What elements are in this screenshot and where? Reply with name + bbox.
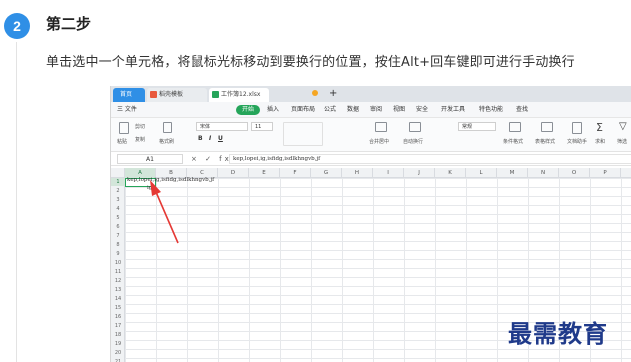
row-header-14[interactable]: 14 [111,295,125,303]
row-header-13[interactable]: 13 [111,286,125,294]
column-header-i[interactable]: I [373,168,404,178]
menu-insert[interactable]: 插入 [267,102,279,118]
column-header-f[interactable]: F [280,168,311,178]
column-header-p[interactable]: P [590,168,621,178]
cell-a1-text-line1: kep,lopei,ig,isfidg,isdlkhngvb,jf [127,177,215,183]
tab-templates-label: 稻壳模板 [159,91,184,98]
font-size-select[interactable]: 11 [251,122,273,131]
new-tab-plus-icon[interactable]: + [329,86,337,102]
menu-search[interactable]: 查找 [516,102,528,118]
row-header-6[interactable]: 6 [111,223,125,231]
tab-workbook-label: 工作簿12.xlsx [221,91,261,98]
sum-icon[interactable]: Σ [596,121,603,134]
merge-center-label: 合并居中 [369,139,390,145]
select-all-corner[interactable] [111,168,125,178]
filter-icon[interactable]: ▽ [619,121,627,132]
document-assistant-label: 文档助手 [567,139,588,145]
column-header-n[interactable]: N [528,168,559,178]
column-header-g[interactable]: G [311,168,342,178]
menu-developer[interactable]: 开发工具 [441,102,465,118]
step-timeline-line [16,42,17,362]
column-header-j[interactable]: J [404,168,435,178]
column-header-m[interactable]: M [497,168,528,178]
column-header-o[interactable]: O [559,168,590,178]
unsaved-dot-icon [312,90,318,96]
paste-icon[interactable] [119,122,129,134]
row-header-15[interactable]: 15 [111,304,125,312]
step-instruction: 单击选中一个单元格，将鼠标光标移动到要换行的位置，按住Alt+回车键即可进行手动… [46,55,575,70]
menu-view[interactable]: 视图 [393,102,405,118]
wrap-text-icon[interactable] [409,122,421,132]
menu-file[interactable]: 三 文件 [117,102,137,118]
format-painter-label: 格式刷 [159,139,175,145]
row-headers: 1 2 3 4 5 6 7 8 9 10 11 12 13 14 15 16 17 18 19 20 21 [111,178,125,362]
table-style-label: 表格样式 [535,139,556,145]
alignment-group-icon[interactable] [283,122,323,146]
step-number-badge: 2 [4,13,30,39]
row-header-12[interactable]: 12 [111,277,125,285]
menu-security[interactable]: 安全 [416,102,428,118]
bold-button[interactable]: B [198,135,203,142]
row-header-19[interactable]: 19 [111,340,125,348]
menu-formulas[interactable]: 公式 [324,102,336,118]
column-header-k[interactable]: K [435,168,466,178]
cut-button[interactable]: 剪切 [135,123,145,130]
wrap-text-label: 自动换行 [403,139,424,145]
column-header-d[interactable]: D [218,168,249,178]
tab-templates[interactable]: 稻壳模板 [147,88,207,102]
menu-review[interactable]: 审阅 [370,102,382,118]
row-header-16[interactable]: 16 [111,313,125,321]
column-header-l[interactable]: L [466,168,497,178]
formula-tools[interactable]: × ✓ fx [191,152,232,166]
italic-button[interactable]: I [209,135,211,142]
table-style-icon[interactable] [541,122,553,132]
tab-workbook[interactable]: 工作簿12.xlsx [209,88,269,102]
paste-label: 粘贴 [117,139,128,145]
menu-bar: 三 文件 开始 插入 页面布局 公式 数据 审阅 视图 安全 开发工具 特色功能… [111,102,631,118]
row-header-5[interactable]: 5 [111,214,125,222]
column-header-e[interactable]: E [249,168,280,178]
filter-label: 筛选 [617,139,628,145]
copy-button[interactable]: 复制 [135,136,145,143]
underline-button[interactable]: U [218,135,223,142]
merge-center-icon[interactable] [375,122,387,132]
formula-bar: A1 × ✓ fx kep,lopei,ig,isfidg,isdlkhngvb… [111,152,631,166]
watermark-logo: 最需教育 [508,319,608,348]
conditional-format-label: 条件格式 [503,139,524,145]
row-header-1[interactable]: 1 [111,178,125,186]
font-family-select[interactable]: 宋体 [196,122,248,131]
cell-a1-text-line2: ig [147,185,153,191]
row-header-2[interactable]: 2 [111,187,125,195]
menu-features[interactable]: 特色功能 [479,102,503,118]
spreadsheet-file-icon [212,91,219,98]
menu-data[interactable]: 数据 [347,102,359,118]
row-header-8[interactable]: 8 [111,241,125,249]
conditional-format-icon[interactable] [509,122,521,132]
row-header-18[interactable]: 18 [111,331,125,339]
row-header-4[interactable]: 4 [111,205,125,213]
row-header-9[interactable]: 9 [111,250,125,258]
menu-page-layout[interactable]: 页面布局 [291,102,315,118]
number-format-select[interactable]: 常规 [458,122,496,131]
name-box[interactable]: A1 [117,154,183,164]
column-header-h[interactable]: H [342,168,373,178]
sum-label: 求和 [595,139,606,145]
row-header-21[interactable]: 21 [111,358,125,362]
document-assistant-icon[interactable] [572,122,582,134]
row-header-7[interactable]: 7 [111,232,125,240]
step-title: 第二步 [46,15,92,33]
row-header-17[interactable]: 17 [111,322,125,330]
row-header-20[interactable]: 20 [111,349,125,357]
app-tab-bar: 首页 稻壳模板 工作簿12.xlsx + [111,86,631,102]
menu-start[interactable]: 开始 [236,105,260,115]
format-painter-icon[interactable] [163,122,172,133]
template-icon [150,91,157,98]
formula-input[interactable]: kep,lopei,ig,isfidg,isdlkhngvb,jf [229,154,631,164]
ribbon-toolbar: 粘贴 剪切 复制 格式刷 宋体 11 B I U 合并居中 自动换行 常规 条件… [111,118,631,152]
row-header-11[interactable]: 11 [111,268,125,276]
row-header-3[interactable]: 3 [111,196,125,204]
tab-home[interactable]: 首页 [113,88,145,102]
row-header-10[interactable]: 10 [111,259,125,267]
